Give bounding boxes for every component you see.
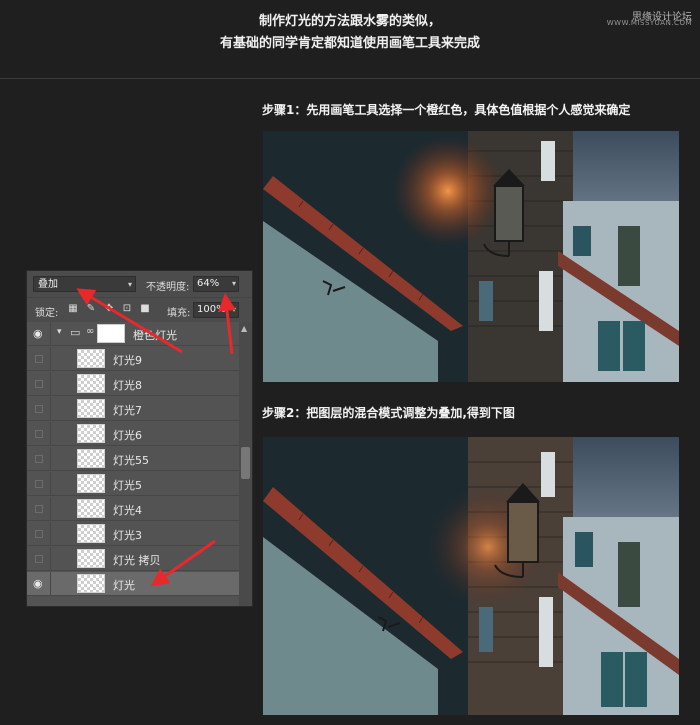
eye-icon[interactable]: ◉ bbox=[33, 328, 43, 340]
scene-image-2 bbox=[263, 437, 679, 715]
visibility-toggle[interactable] bbox=[27, 497, 51, 521]
scene-image-1 bbox=[263, 131, 679, 382]
layer-thumbnail bbox=[77, 574, 105, 593]
visibility-toggle[interactable] bbox=[27, 522, 51, 546]
layer-row[interactable]: 灯光6 bbox=[27, 422, 239, 446]
layer-name: 灯光5 bbox=[113, 479, 142, 492]
layers-panel: 叠加 ▾ 不透明度: 64% ▾ 锁定: ▦ ✎ ✥ ⊡ ■ 填充: 100% … bbox=[26, 270, 253, 607]
layer-name: 灯光55 bbox=[113, 454, 149, 467]
fill-value: 100% bbox=[197, 304, 226, 315]
visibility-toggle[interactable]: ◉ bbox=[27, 322, 51, 346]
scroll-up-icon[interactable]: ▲ bbox=[241, 324, 247, 333]
visibility-toggle[interactable] bbox=[27, 397, 51, 421]
chevron-down-icon[interactable]: ▾ bbox=[232, 277, 236, 291]
step-2-caption: 步骤2：把图层的混合模式调整为叠加,得到下图 bbox=[262, 406, 515, 420]
layer-name: 灯光8 bbox=[113, 379, 142, 392]
hidden-box-icon bbox=[35, 480, 43, 488]
layer-group[interactable]: ◉ ▾ ▭ ∞ 橙色灯光 bbox=[27, 322, 239, 346]
visibility-toggle[interactable] bbox=[27, 422, 51, 446]
visibility-toggle[interactable] bbox=[27, 447, 51, 471]
chevron-down-icon[interactable]: ▾ bbox=[57, 327, 62, 337]
layer-thumbnail bbox=[77, 499, 105, 518]
layer-name: 橙色灯光 bbox=[133, 329, 177, 342]
hidden-box-icon bbox=[35, 430, 43, 438]
lock-label: 锁定: bbox=[35, 308, 59, 319]
layer-thumbnail bbox=[77, 349, 105, 368]
group-mask-thumbnail[interactable] bbox=[97, 324, 125, 343]
chevron-down-icon[interactable]: ▾ bbox=[232, 303, 236, 317]
layer-name: 灯光9 bbox=[113, 354, 142, 367]
layer-row[interactable]: 灯光5 bbox=[27, 472, 239, 496]
lock-artboard-icon[interactable]: ⊡ bbox=[121, 303, 133, 315]
header-divider bbox=[0, 78, 700, 79]
layer-row[interactable]: 灯光3 bbox=[27, 522, 239, 546]
layer-thumbnail bbox=[77, 449, 105, 468]
chevron-down-icon: ▾ bbox=[127, 280, 132, 289]
fill-input[interactable]: 100% ▾ bbox=[193, 302, 239, 318]
layer-name: 灯光3 bbox=[113, 529, 142, 542]
lock-transparent-icon[interactable]: ▦ bbox=[67, 303, 79, 315]
step-1-caption: 步骤1：先用画笔工具选择一个橙红色，具体色值根据个人感觉来确定 bbox=[262, 103, 631, 117]
header: 制作灯光的方法跟水雾的类似， 有基础的同学肯定都知道使用画笔工具来完成 思缘设计… bbox=[0, 0, 700, 78]
hidden-box-icon bbox=[35, 355, 43, 363]
hidden-box-icon bbox=[35, 530, 43, 538]
blend-row: 叠加 ▾ 不透明度: 64% ▾ bbox=[27, 271, 252, 297]
header-line-1: 制作灯光的方法跟水雾的类似， bbox=[258, 14, 441, 29]
layer-row[interactable]: 灯光8 bbox=[27, 372, 239, 396]
lock-row: 锁定: ▦ ✎ ✥ ⊡ ■ 填充: 100% ▾ bbox=[27, 297, 252, 322]
visibility-toggle[interactable] bbox=[27, 472, 51, 496]
opacity-label: 不透明度: bbox=[146, 282, 190, 293]
opacity-input[interactable]: 64% ▾ bbox=[193, 276, 239, 292]
hidden-box-icon bbox=[35, 455, 43, 463]
lock-paint-icon[interactable]: ✎ bbox=[85, 303, 97, 315]
blend-mode-value: 叠加 bbox=[38, 279, 58, 290]
eye-icon[interactable]: ◉ bbox=[33, 578, 43, 590]
scroll-thumb[interactable] bbox=[241, 447, 250, 479]
layer-thumbnail bbox=[77, 474, 105, 493]
layers-scrollbar[interactable]: ▲ bbox=[239, 322, 252, 606]
visibility-toggle[interactable] bbox=[27, 347, 51, 371]
hidden-box-icon bbox=[35, 505, 43, 513]
header-line-2: 有基础的同学肯定都知道使用画笔工具来完成 bbox=[219, 36, 480, 51]
layer-row[interactable]: 灯光9 bbox=[27, 347, 239, 371]
lock-all-icon[interactable]: ■ bbox=[139, 303, 151, 315]
scene-2-svg bbox=[263, 437, 679, 715]
link-icon: ∞ bbox=[86, 326, 95, 337]
folder-icon: ▭ bbox=[70, 326, 81, 339]
layer-thumbnail bbox=[77, 524, 105, 543]
watermark-url: WWW.MISSYUAN.COM bbox=[606, 19, 692, 27]
hidden-box-icon bbox=[35, 380, 43, 388]
lock-move-icon[interactable]: ✥ bbox=[103, 303, 115, 315]
layer-name: 灯光7 bbox=[113, 404, 142, 417]
visibility-toggle[interactable] bbox=[27, 372, 51, 396]
layer-thumbnail bbox=[77, 399, 105, 418]
hidden-box-icon bbox=[35, 405, 43, 413]
layer-name: 灯光6 bbox=[113, 429, 142, 442]
layer-thumbnail bbox=[77, 549, 105, 568]
layer-row[interactable]: 灯光55 bbox=[27, 447, 239, 471]
hidden-box-icon bbox=[35, 555, 43, 563]
opacity-value: 64% bbox=[197, 278, 220, 289]
blend-mode-select[interactable]: 叠加 ▾ bbox=[33, 276, 136, 292]
fill-label: 填充: bbox=[167, 308, 191, 319]
layer-row-selected[interactable]: ◉ 灯光 bbox=[27, 572, 239, 596]
layer-name: 灯光 拷贝 bbox=[113, 554, 161, 567]
layer-name: 灯光4 bbox=[113, 504, 142, 517]
layer-row[interactable]: 灯光4 bbox=[27, 497, 239, 521]
visibility-toggle[interactable]: ◉ bbox=[27, 572, 51, 596]
layer-thumbnail bbox=[77, 374, 105, 393]
scene-1-svg bbox=[263, 131, 679, 382]
layer-row[interactable]: 灯光7 bbox=[27, 397, 239, 421]
layer-row[interactable]: 灯光 拷贝 bbox=[27, 547, 239, 571]
visibility-toggle[interactable] bbox=[27, 547, 51, 571]
layers-list: ◉ ▾ ▭ ∞ 橙色灯光 灯光9 灯光8 灯光7 灯光6 灯光55 灯光5 灯光… bbox=[27, 322, 239, 606]
layer-thumbnail bbox=[77, 424, 105, 443]
layer-name: 灯光 bbox=[113, 579, 135, 592]
